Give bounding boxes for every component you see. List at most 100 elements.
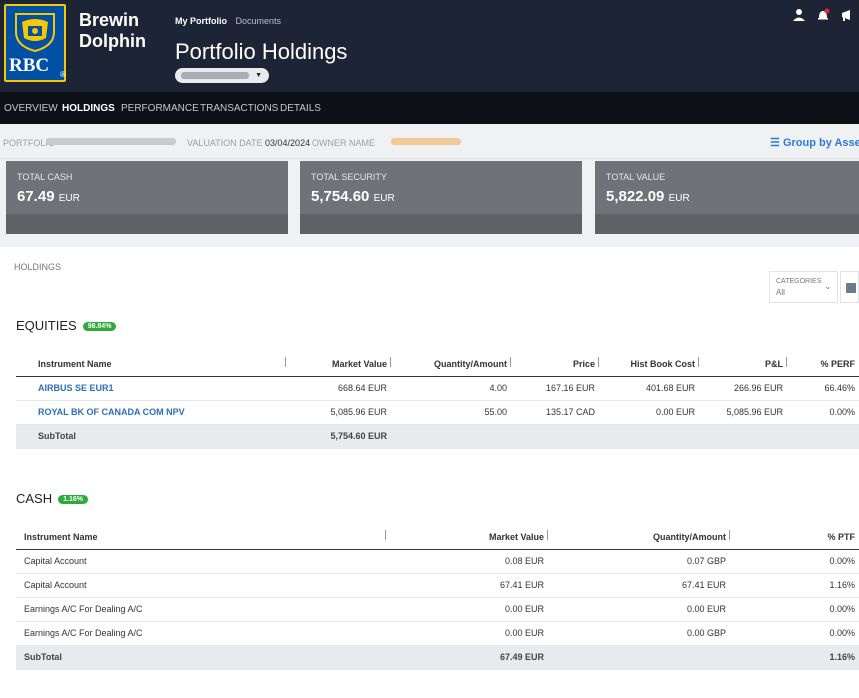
- nav-documents[interactable]: Documents: [236, 16, 282, 26]
- table-row[interactable]: Earnings A/C For Dealing A/C 0.00 EUR 0.…: [16, 597, 859, 622]
- col-ptf[interactable]: % PTF: [730, 525, 859, 550]
- col-pnl[interactable]: P&L: [699, 352, 787, 377]
- rbc-logo-text: RBC: [9, 55, 50, 77]
- notification-bell-icon[interactable]: [816, 8, 830, 22]
- pnl-cell: 5,085.96 EUR: [699, 400, 787, 425]
- subtotal-label: SubTotal: [16, 424, 286, 449]
- price-cell: 167.16 EUR: [511, 376, 599, 401]
- instrument-name-cell: Capital Account: [16, 573, 386, 598]
- excel-export-button[interactable]: [840, 271, 859, 303]
- col-perf-label: % PERF: [820, 358, 855, 369]
- col-quantity-amount-label: Quantity/Amount: [653, 531, 726, 542]
- market-value-cell: 0.00 EUR: [386, 621, 548, 646]
- col-instrument-name-label: Instrument Name: [38, 358, 112, 369]
- subtotal-empty: [391, 424, 511, 449]
- cash-header-row: Instrument Name Market Value Quantity/Am…: [16, 525, 859, 550]
- total-security-label: TOTAL SECURITY: [311, 172, 387, 182]
- col-quantity-amount[interactable]: Quantity/Amount: [548, 525, 730, 550]
- table-row[interactable]: Capital Account 67.41 EUR 67.41 EUR 1.16…: [16, 573, 859, 598]
- market-value-cell: 0.00 EUR: [386, 597, 548, 622]
- instrument-name-link[interactable]: AIRBUS SE EUR1: [16, 376, 286, 401]
- table-row[interactable]: Capital Account 0.08 EUR 0.07 GBP 0.00%: [16, 549, 859, 574]
- subtotal-empty: [511, 424, 599, 449]
- cash-title: CASH: [16, 491, 53, 506]
- nav-my-portfolio[interactable]: My Portfolio: [175, 16, 227, 26]
- tab-performance[interactable]: PERFORMANCE: [121, 103, 199, 114]
- subtotal-empty: [599, 424, 699, 449]
- account-selector[interactable]: ▼: [175, 68, 269, 83]
- categories-label: CATEGORIES: [776, 278, 822, 285]
- col-pnl-label: P&L: [765, 358, 783, 369]
- brand-name: Brewin Dolphin: [79, 10, 146, 52]
- brand-name-line2: Dolphin: [79, 31, 146, 51]
- header-icons: [792, 8, 854, 22]
- equities-header-row: Instrument Name Market Value Quantity/Am…: [16, 352, 859, 377]
- quantity-cell: 67.41 EUR: [548, 573, 730, 598]
- subtotal-market-value: 5,754.60 EUR: [286, 424, 391, 449]
- total-security-value: 5,754.60 EUR: [311, 188, 395, 205]
- top-nav: My Portfolio Documents: [175, 16, 281, 26]
- total-value-amount: 5,822.09: [606, 188, 665, 205]
- pnl-cell: 266.96 EUR: [699, 376, 787, 401]
- hist-book-cost-cell: 0.00 EUR: [599, 400, 699, 425]
- market-value-cell: 5,085.96 EUR: [286, 400, 391, 425]
- cash-table: Instrument Name Market Value Quantity/Am…: [16, 525, 859, 670]
- total-value-value: 5,822.09 EUR: [606, 188, 690, 205]
- categories-dropdown[interactable]: CATEGORIES All ⌄: [769, 271, 838, 303]
- rbc-logo[interactable]: RBC: [4, 4, 66, 82]
- perf-cell: 66.46%: [787, 376, 859, 401]
- col-market-value-label: Market Value: [488, 531, 544, 542]
- owner-name-label: OWNER NAME: [312, 138, 375, 148]
- group-by-label: Group by Asse: [782, 137, 859, 149]
- tab-details[interactable]: DETAILS: [280, 103, 321, 114]
- col-perf[interactable]: % PERF: [787, 352, 859, 377]
- col-instrument-name[interactable]: Instrument Name: [16, 352, 286, 377]
- table-row[interactable]: Earnings A/C For Dealing A/C 0.00 EUR 0.…: [16, 621, 859, 646]
- quantity-cell: 4.00: [391, 376, 511, 401]
- perf-cell: 0.00%: [787, 400, 859, 425]
- tab-holdings[interactable]: HOLDINGS: [62, 103, 115, 114]
- ptf-cell: 1.16%: [730, 573, 859, 598]
- equities-heading: EQUITIES 98.84%: [16, 318, 117, 333]
- price-cell: 135.17 CAD: [511, 400, 599, 425]
- col-quantity-amount[interactable]: Quantity/Amount: [391, 352, 511, 377]
- total-security-unit: EUR: [373, 193, 395, 204]
- portfolio-id-redacted: [46, 138, 176, 145]
- subtotal-empty: [787, 424, 859, 449]
- tab-bar: OVERVIEW HOLDINGS PERFORMANCE TRANSACTIO…: [0, 92, 859, 124]
- equities-title: EQUITIES: [16, 318, 77, 333]
- col-price-label: Price: [572, 358, 595, 369]
- col-price[interactable]: Price: [511, 352, 599, 377]
- valuation-date-value: 03/04/2024: [265, 138, 311, 148]
- total-security-card: TOTAL SECURITY 5,754.60 EUR: [300, 161, 582, 234]
- total-security-amount: 5,754.60: [311, 188, 370, 205]
- market-value-cell: 668.64 EUR: [286, 376, 391, 401]
- table-row[interactable]: AIRBUS SE EUR1 668.64 EUR 4.00 167.16 EU…: [16, 376, 859, 401]
- col-market-value[interactable]: Market Value: [386, 525, 548, 550]
- col-ptf-label: % PTF: [827, 531, 855, 542]
- subtotal-empty: [548, 645, 730, 670]
- instrument-name-link[interactable]: ROYAL BK OF CANADA COM NPV: [16, 400, 286, 425]
- tab-transactions[interactable]: TRANSACTIONS: [200, 103, 278, 114]
- group-by-button[interactable]: ☰ Group by Asse: [770, 136, 859, 149]
- lion-shield-icon: [15, 13, 55, 52]
- ptf-cell: 0.00%: [730, 597, 859, 622]
- col-market-value[interactable]: Market Value: [286, 352, 391, 377]
- instrument-name-cell: Earnings A/C For Dealing A/C: [16, 597, 386, 622]
- valuation-date-label: VALUATION DATE 03/04/2024: [187, 138, 310, 148]
- excel-icon: [846, 283, 856, 293]
- holdings-panel: HOLDINGS CATEGORIES All ⌄ EQUITIES 98.84%…: [6, 247, 859, 698]
- col-instrument-name[interactable]: Instrument Name: [16, 525, 386, 550]
- user-icon[interactable]: [792, 8, 806, 22]
- megaphone-icon[interactable]: [840, 8, 854, 22]
- app-header: RBC ® Brewin Dolphin My Portfolio Docume…: [0, 0, 859, 92]
- brand-name-line1: Brewin: [79, 10, 140, 30]
- registered-mark: ®: [60, 70, 66, 79]
- col-hist-book-cost[interactable]: Hist Book Cost: [599, 352, 699, 377]
- subtotal-ptf: 1.16%: [730, 645, 859, 670]
- table-row[interactable]: ROYAL BK OF CANADA COM NPV 5,085.96 EUR …: [16, 400, 859, 425]
- valuation-date-label-text: VALUATION DATE: [187, 138, 263, 148]
- tab-overview[interactable]: OVERVIEW: [4, 103, 58, 114]
- subtotal-market-value: 67.49 EUR: [386, 645, 548, 670]
- total-value-label: TOTAL VALUE: [606, 172, 666, 182]
